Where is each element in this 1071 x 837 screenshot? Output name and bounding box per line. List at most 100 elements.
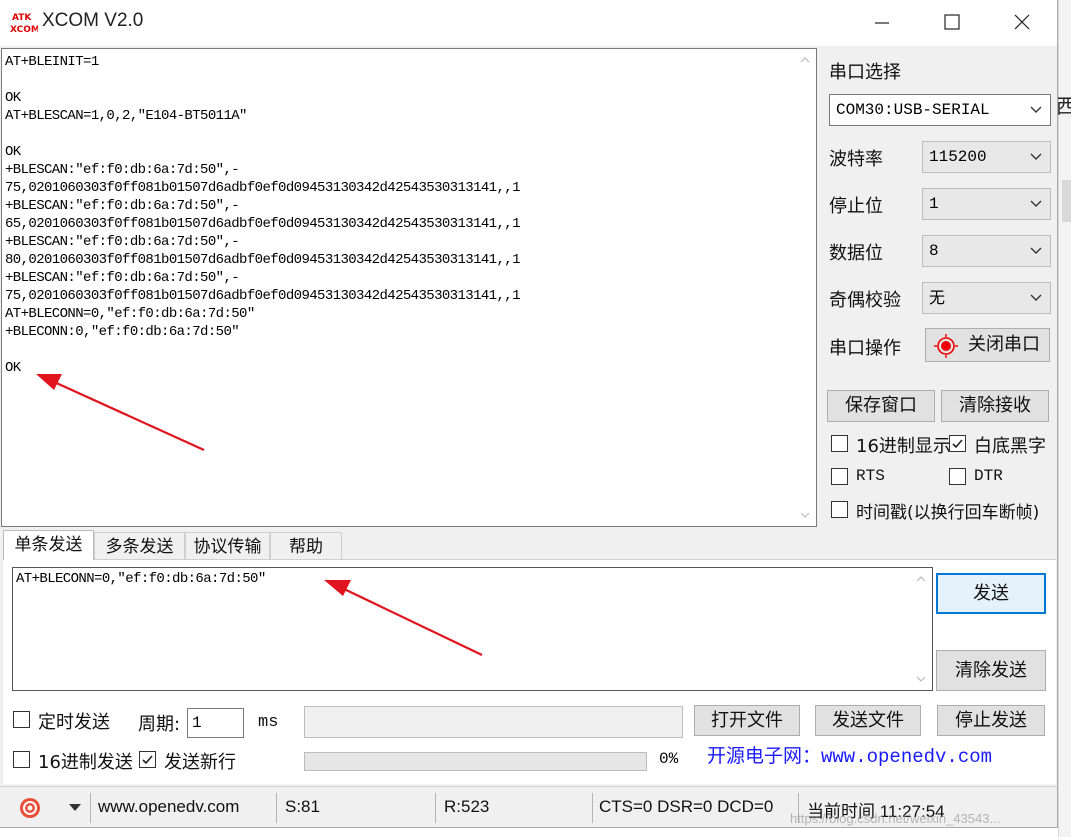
scroll-up-icon[interactable] [800,57,810,63]
parity-select[interactable]: 无 [922,282,1051,314]
checkmark-icon [952,439,963,449]
hex-display-checkbox[interactable] [831,435,848,452]
rts-checkbox[interactable] [831,468,848,485]
data-bits-select[interactable]: 8 [922,235,1051,267]
clear-send-button[interactable]: 清除发送 [936,650,1046,691]
tab-multi-send[interactable]: 多条发送 [94,532,185,562]
send-file-button[interactable]: 发送文件 [815,705,921,736]
status-separator [276,793,277,823]
send-textarea[interactable]: AT+BLECONN=0,"ef:f0:db:6a:7d:50" [12,567,933,691]
send-progress-text: 0% [659,750,679,768]
send-button[interactable]: 发送 [936,573,1046,614]
receive-textarea[interactable]: AT+BLEINIT=1 OK AT+BLESCAN=1,0,2,"E104-BT5… [1,48,817,527]
scroll-up-icon[interactable] [916,576,926,582]
receive-line: AT+BLECONN=0,"ef:f0:db:6a:7d:50" [5,306,255,322]
timed-send-label: 定时发送 [38,712,110,733]
receive-line: AT+BLESCAN=1,0,2,"E104-BT5011A" [5,108,247,124]
send-scrollbar[interactable] [910,568,932,690]
close-port-label: 关闭串口 [968,334,1040,355]
close-port-button[interactable]: 关闭串口 [925,328,1050,362]
newline-label: 发送新行 [164,752,236,773]
receive-line [5,341,795,359]
rts-label: RTS [856,467,885,485]
tab-protocol[interactable]: 协议传输 [185,532,270,562]
timestamp-checkbox[interactable] [831,501,848,518]
status-sent-count: S:81 [285,797,320,816]
background-window [1058,0,1071,837]
parity-label: 奇偶校验 [829,290,901,311]
timestamp-label: 时间戳(以换行回车断帧) [856,503,1040,523]
close-button[interactable] [988,0,1057,46]
close-icon [1014,14,1030,30]
window-title: XCOM V2.0 [42,10,144,31]
white-bg-label: 白底黑字 [974,436,1046,457]
stop-bits-value: 1 [929,195,939,213]
checkmark-icon [142,755,153,765]
file-path-field[interactable] [304,706,683,738]
status-separator [592,793,593,823]
receive-text: AT+BLEINIT=1 OK AT+BLESCAN=1,0,2,"E104-BT5… [5,53,795,377]
newline-checkbox[interactable] [139,751,156,768]
port-select-label: 串口选择 [829,62,901,83]
chevron-down-icon [1030,153,1042,160]
receive-line: 65,0201060303f0ff081b01507d6adbf0ef0d094… [5,216,521,232]
watermark: https://blog.csdn.net/weixin_43543... [790,811,1001,826]
parity-select-value: 无 [929,288,946,307]
receive-line: +BLESCAN:"ef:f0:db:6a:7d:50",- [5,198,240,214]
clear-receive-button[interactable]: 清除接收 [941,390,1049,422]
dtr-label: DTR [974,467,1003,485]
tab-single-send[interactable]: 单条发送 [3,530,94,560]
background-window-block [1062,180,1071,222]
openedv-link[interactable]: 开源电子网：www.openedv.com [693,741,1048,775]
white-bg-checkbox[interactable] [949,435,966,452]
status-separator [90,793,91,823]
receive-line: OK [5,90,21,106]
hex-send-label: 16进制发送 [38,752,133,773]
status-website[interactable]: www.openedv.com [98,797,239,817]
minimize-button[interactable] [848,0,918,46]
port-select-value: COM30:USB-SERIAL [836,101,990,119]
status-separator [435,793,436,823]
receive-line: +BLESCAN:"ef:f0:db:6a:7d:50",- [5,234,240,250]
status-received-count: R:523 [444,797,490,816]
data-bits-label: 数据位 [829,243,883,264]
svg-text:ATK: ATK [12,13,32,23]
send-text: AT+BLECONN=0,"ef:f0:db:6a:7d:50" [16,571,266,587]
dtr-checkbox[interactable] [949,468,966,485]
port-select[interactable]: COM30:USB-SERIAL [829,94,1051,126]
receive-line [5,125,795,143]
receive-line: +BLESCAN:"ef:f0:db:6a:7d:50",- [5,162,240,178]
hex-send-checkbox[interactable] [13,751,30,768]
timed-send-checkbox[interactable] [13,711,30,728]
app-logo: ATK XCOM [10,10,38,36]
receive-line: 75,0201060303f0ff081b01507d6adbf0ef0d094… [5,180,521,196]
title-bar: ATK XCOM XCOM V2.0 [0,0,1057,46]
period-input[interactable]: 1 [187,708,244,738]
receive-scrollbar[interactable] [794,49,816,526]
maximize-icon [944,14,960,30]
minimize-icon [875,22,889,24]
svg-text:XCOM: XCOM [10,25,38,35]
baud-select[interactable]: 115200 [922,141,1051,173]
stop-bits-select[interactable]: 1 [922,188,1051,220]
port-status-icon [934,334,958,358]
scroll-down-icon[interactable] [916,676,926,682]
settings-gear-icon[interactable] [19,797,41,819]
maximize-button[interactable] [918,0,988,46]
scroll-down-icon[interactable] [800,512,810,518]
receive-line: 75,0201060303f0ff081b01507d6adbf0ef0d094… [5,288,521,304]
port-operation-label: 串口操作 [829,338,901,359]
save-window-button[interactable]: 保存窗口 [827,390,935,422]
dropdown-arrow-icon[interactable] [69,804,81,812]
tab-help[interactable]: 帮助 [270,532,342,562]
xcom-window: ATK XCOM XCOM V2.0 AT+BLEINIT=1 OK AT+BLES… [0,0,1058,828]
stop-send-button[interactable]: 停止发送 [937,705,1045,736]
status-modem-lines: CTS=0 DSR=0 DCD=0 [599,797,774,816]
receive-line: OK [5,360,21,376]
chevron-down-icon [1030,247,1042,254]
receive-line: 80,0201060303f0ff081b01507d6adbf0ef0d094… [5,252,521,268]
open-file-button[interactable]: 打开文件 [694,705,800,736]
chevron-down-icon [1030,106,1042,113]
period-label: 周期: [138,714,181,735]
chevron-down-icon [1030,294,1042,301]
